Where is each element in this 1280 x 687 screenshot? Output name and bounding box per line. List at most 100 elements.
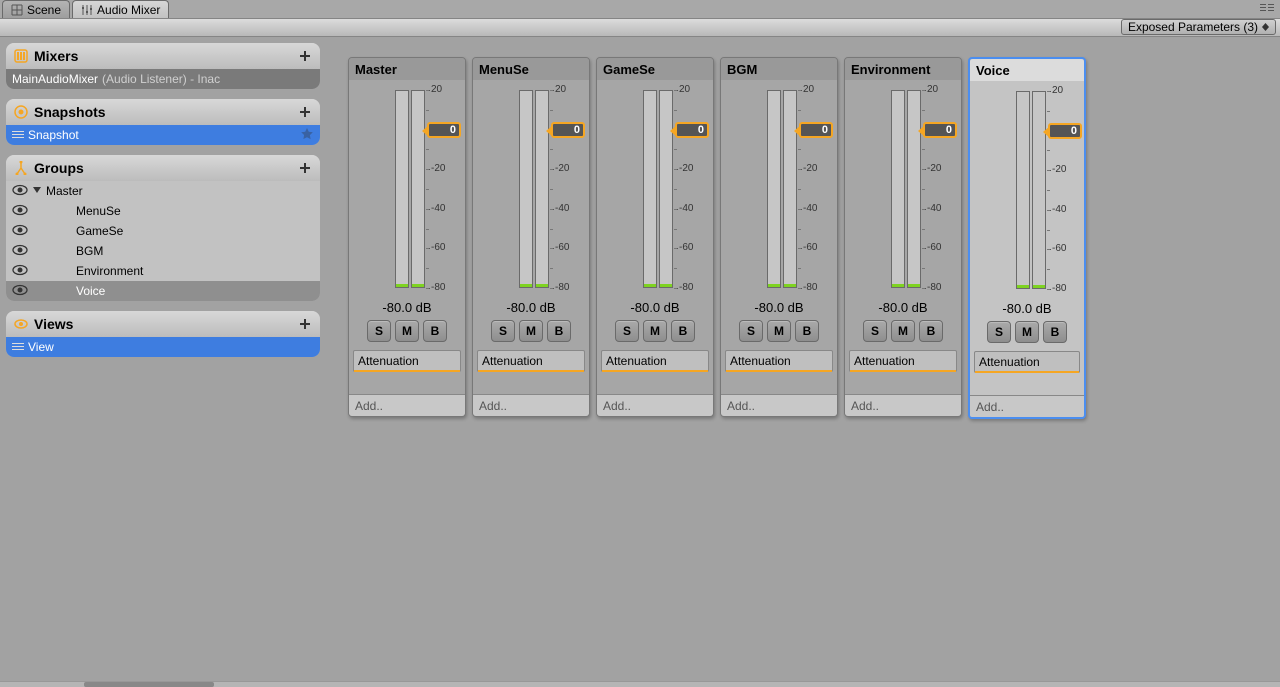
channel-strip[interactable]: Master200-20-40-60-800-80.0 dBSMBAttenua… xyxy=(348,57,466,417)
visibility-icon[interactable] xyxy=(12,264,28,279)
effect-slot[interactable]: Attenuation xyxy=(353,350,461,372)
visibility-icon[interactable] xyxy=(12,244,28,259)
add-mixer-button[interactable] xyxy=(298,49,312,63)
visibility-icon[interactable] xyxy=(12,224,28,239)
add-view-button[interactable] xyxy=(298,317,312,331)
channel-strip[interactable]: Voice200-20-40-60-800-80.0 dBSMBAttenuat… xyxy=(968,57,1086,419)
bypass-button[interactable]: B xyxy=(1043,321,1067,343)
updown-arrows-icon xyxy=(1262,23,1269,31)
solo-button[interactable]: S xyxy=(987,321,1011,343)
mute-button[interactable]: M xyxy=(1015,321,1039,343)
exposed-parameters-dropdown[interactable]: Exposed Parameters (3) xyxy=(1121,19,1276,35)
group-item[interactable]: MenuSe xyxy=(6,201,320,221)
group-item[interactable]: Voice xyxy=(6,281,320,301)
snapshots-title: Snapshots xyxy=(34,104,292,120)
vu-meter xyxy=(395,90,425,288)
tab-scene[interactable]: Scene xyxy=(2,0,70,18)
view-item[interactable]: View xyxy=(6,337,320,357)
add-effect-button[interactable]: Add.. xyxy=(970,395,1084,417)
channel-strip[interactable]: Environment200-20-40-60-800-80.0 dBSMBAt… xyxy=(844,57,962,417)
visibility-icon[interactable] xyxy=(12,284,28,299)
group-label: Environment xyxy=(76,264,143,278)
snapshot-icon xyxy=(14,105,28,119)
star-icon[interactable] xyxy=(300,127,314,144)
visibility-icon[interactable] xyxy=(12,204,28,219)
vu-meter xyxy=(891,90,921,288)
channel-name[interactable]: Voice xyxy=(970,59,1084,81)
bypass-button[interactable]: B xyxy=(547,320,571,342)
foldout-icon[interactable] xyxy=(32,184,42,198)
mute-button[interactable]: M xyxy=(519,320,543,342)
mute-button[interactable]: M xyxy=(395,320,419,342)
db-readout: -80.0 dB xyxy=(845,298,961,318)
solo-button[interactable]: S xyxy=(367,320,391,342)
db-readout: -80.0 dB xyxy=(597,298,713,318)
bottom-scrollbar[interactable] xyxy=(0,681,1280,687)
mute-button[interactable]: M xyxy=(767,320,791,342)
tab-scene-label: Scene xyxy=(27,3,61,17)
solo-button[interactable]: S xyxy=(739,320,763,342)
mixer-item[interactable]: MainAudioMixer (Audio Listener) - Inac xyxy=(6,69,320,89)
tab-audio-mixer[interactable]: Audio Mixer xyxy=(72,0,169,18)
scale-label: 20 xyxy=(927,84,938,95)
fader-value: 0 xyxy=(1071,125,1077,137)
channel-strip[interactable]: BGM200-20-40-60-800-80.0 dBSMBAttenuatio… xyxy=(720,57,838,417)
add-effect-button[interactable]: Add.. xyxy=(349,394,465,416)
fader-handle[interactable]: 0 xyxy=(551,122,585,138)
group-item[interactable]: BGM xyxy=(6,241,320,261)
add-effect-button[interactable]: Add.. xyxy=(597,394,713,416)
fader-handle[interactable]: 0 xyxy=(675,122,709,138)
bypass-button[interactable]: B xyxy=(795,320,819,342)
effect-slot[interactable]: Attenuation xyxy=(725,350,833,372)
meter-area: 200-20-40-60-800 xyxy=(970,81,1084,299)
channel-name[interactable]: Environment xyxy=(845,58,961,80)
group-item[interactable]: Environment xyxy=(6,261,320,281)
scrollbar-thumb[interactable] xyxy=(84,682,214,687)
channel-name[interactable]: Master xyxy=(349,58,465,80)
channel-name[interactable]: MenuSe xyxy=(473,58,589,80)
channel-strip[interactable]: MenuSe200-20-40-60-800-80.0 dBSMBAttenua… xyxy=(472,57,590,417)
add-effect-button[interactable]: Add.. xyxy=(845,394,961,416)
fader-handle[interactable]: 0 xyxy=(1048,123,1082,139)
scale-label: -40 xyxy=(803,203,817,214)
channel-strip[interactable]: GameSe200-20-40-60-800-80.0 dBSMBAttenua… xyxy=(596,57,714,417)
snapshot-item[interactable]: Snapshot xyxy=(6,125,320,145)
snapshot-label: Snapshot xyxy=(28,128,296,142)
fader-handle[interactable]: 0 xyxy=(799,122,833,138)
scale-label: -80 xyxy=(1052,283,1066,294)
solo-button[interactable]: S xyxy=(863,320,887,342)
channel-name[interactable]: GameSe xyxy=(597,58,713,80)
group-label: MenuSe xyxy=(76,204,121,218)
bypass-button[interactable]: B xyxy=(919,320,943,342)
channel-name[interactable]: BGM xyxy=(721,58,837,80)
group-item[interactable]: GameSe xyxy=(6,221,320,241)
solo-button[interactable]: S xyxy=(615,320,639,342)
fader-handle[interactable]: 0 xyxy=(427,122,461,138)
db-readout: -80.0 dB xyxy=(349,298,465,318)
tab-options-icon[interactable] xyxy=(1260,3,1274,17)
scale-label: -60 xyxy=(1052,243,1066,254)
effect-slot[interactable]: Attenuation xyxy=(601,350,709,372)
mute-button[interactable]: M xyxy=(891,320,915,342)
fader-handle[interactable]: 0 xyxy=(923,122,957,138)
visibility-icon[interactable] xyxy=(12,184,28,199)
effect-slot[interactable]: Attenuation xyxy=(974,351,1080,373)
scale-label: -80 xyxy=(803,282,817,293)
group-label: GameSe xyxy=(76,224,123,238)
add-snapshot-button[interactable] xyxy=(298,105,312,119)
mute-button[interactable]: M xyxy=(643,320,667,342)
bypass-button[interactable]: B xyxy=(423,320,447,342)
section-mixers: Mixers MainAudioMixer (Audio Listener) -… xyxy=(6,43,320,89)
effect-slot[interactable]: Attenuation xyxy=(477,350,585,372)
scale-label: -40 xyxy=(555,203,569,214)
add-group-button[interactable] xyxy=(298,161,312,175)
bypass-button[interactable]: B xyxy=(671,320,695,342)
solo-button[interactable]: S xyxy=(491,320,515,342)
meter-area: 200-20-40-60-800 xyxy=(845,80,961,298)
group-item[interactable]: Master xyxy=(6,181,320,201)
add-effect-button[interactable]: Add.. xyxy=(473,394,589,416)
scale-label: -60 xyxy=(555,242,569,253)
effect-slot[interactable]: Attenuation xyxy=(849,350,957,372)
scale-label: 20 xyxy=(679,84,690,95)
add-effect-button[interactable]: Add.. xyxy=(721,394,837,416)
